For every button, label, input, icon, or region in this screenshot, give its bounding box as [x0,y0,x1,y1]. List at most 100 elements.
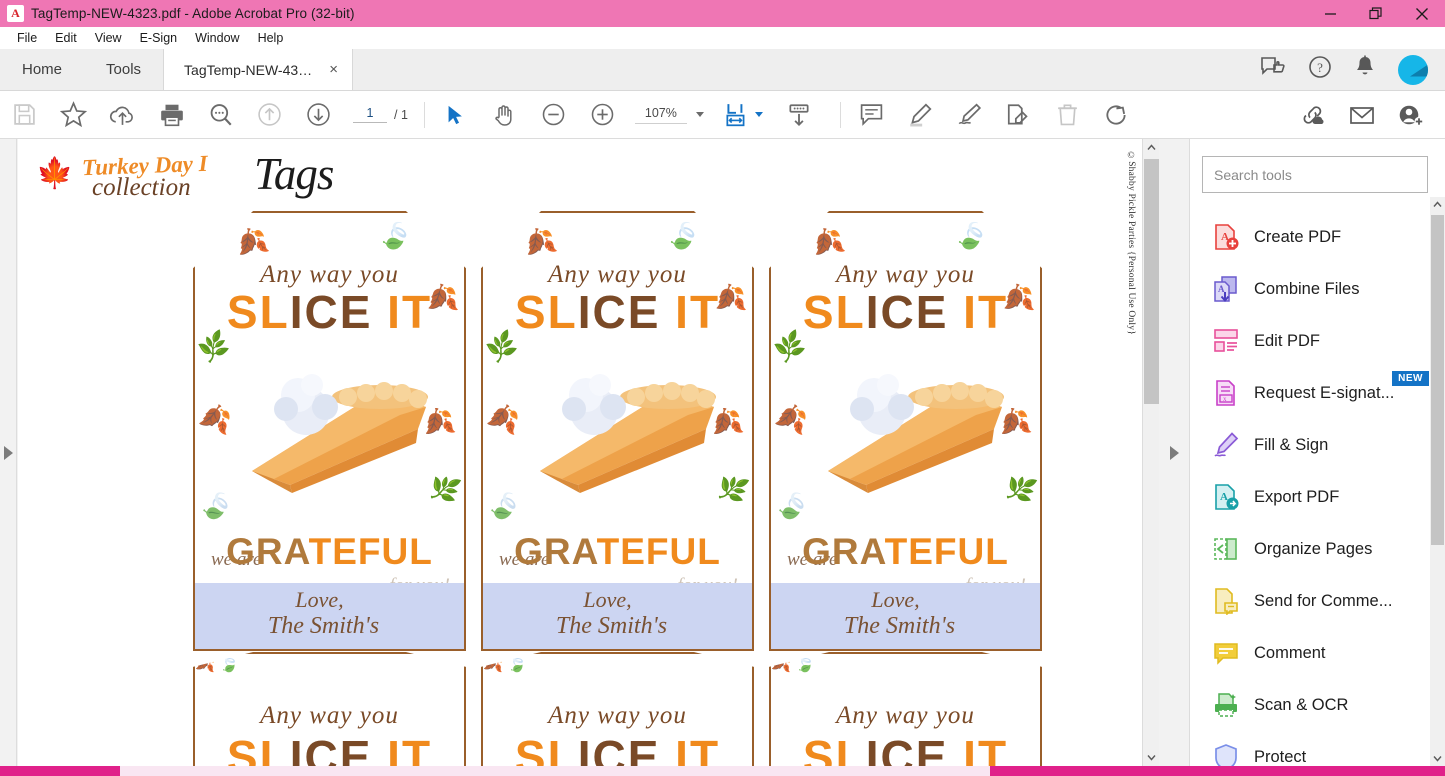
tag-line-any: Any way you [548,702,687,729]
scroll-down-icon[interactable] [1430,751,1445,766]
form-field-signature[interactable]: Love, The Smith's [771,583,1040,649]
tag-card[interactable]: 🍂 🍃 Any way you SLICE IT [481,652,754,766]
tool-comment[interactable]: Comment [1190,627,1445,679]
toolbar-share-group [1288,92,1445,138]
oak-leaf-icon: 🍂 [196,399,235,437]
menu-view[interactable]: View [86,29,131,47]
menu-edit[interactable]: Edit [46,29,86,47]
form-field-signature[interactable]: Love, The Smith's [195,583,464,649]
tool-label: Scan & OCR [1254,695,1349,714]
tag-line-slice: SLICE IT [802,731,1009,766]
tool-request-esignature[interactable]: x Request E-signat... NEW [1190,367,1445,419]
rotate-icon[interactable] [1092,92,1141,138]
save-icon[interactable] [0,92,49,138]
close-icon[interactable]: × [329,62,338,77]
tab-tools[interactable]: Tools [84,49,163,90]
share-link-icon[interactable] [1288,92,1337,138]
document-view[interactable]: 🍁 Turkey Day I collection Tags ©Shabby P… [18,139,1142,766]
search-icon[interactable] [196,92,245,138]
sign-icon[interactable] [945,92,994,138]
search-tools-input[interactable] [1214,166,1416,183]
print-icon[interactable] [147,92,196,138]
tag-line-slice: SLICE IT [226,286,433,338]
hand-tool-icon[interactable] [480,92,529,138]
tool-label: Request E-signat... [1254,383,1395,402]
tag-card[interactable]: 🍂 🍃 🍂 🍂 🍂 🍃 🌿 🌿 Any way you SLICE IT we … [193,211,466,651]
tool-label: Combine Files [1254,279,1360,298]
next-page-icon[interactable] [294,92,343,138]
combine-files-icon: A [1212,275,1240,303]
fit-page-chevron-down-icon[interactable] [754,112,763,117]
oak-leaf-icon: 🍂 [484,399,523,437]
account-avatar[interactable] [1398,54,1428,85]
cloud-upload-icon[interactable] [98,92,147,138]
tool-fill-and-sign[interactable]: Fill & Sign [1190,419,1445,471]
chevron-down-icon[interactable] [695,112,704,117]
menu-window[interactable]: Window [186,29,248,47]
tool-combine-files[interactable]: A Combine Files [1190,263,1445,315]
scroll-down-icon[interactable] [775,92,824,138]
add-person-icon[interactable] [1386,92,1435,138]
previous-page-icon[interactable] [245,92,294,138]
tag-line-grateful: GRATEFUL [226,531,433,572]
svg-text:A: A [1220,491,1228,503]
tool-send-for-comments[interactable]: Send for Comme... [1190,575,1445,627]
tag-line-slice: SLICE IT [802,286,1009,338]
tool-edit-pdf[interactable]: Edit PDF [1190,315,1445,367]
zoom-control[interactable]: 107% [627,106,712,124]
menu-file[interactable]: File [8,29,46,47]
taskbar-window-strip[interactable] [120,766,990,776]
oak-leaf-icon: 🍂 [231,222,272,262]
navigation-pane-toggle[interactable] [0,139,17,766]
restore-button[interactable] [1353,0,1399,27]
export-pdf-icon: A [1212,483,1240,511]
fit-page-icon[interactable] [712,92,761,138]
svg-text:x: x [1223,395,1227,403]
fill-sign-icon [1212,431,1240,459]
scroll-down-icon[interactable] [1143,749,1160,766]
tool-scan-and-ocr[interactable]: Scan & OCR [1190,679,1445,731]
search-tools-box[interactable] [1202,156,1428,193]
notifications-bell-icon[interactable] [1354,55,1376,84]
form-field-line-2: The Smith's [555,613,668,639]
zoom-out-icon[interactable] [529,92,578,138]
menu-help[interactable]: Help [249,29,293,47]
oak-leaf-icon: 🍂 [772,399,811,437]
form-field-signature[interactable]: Love, The Smith's [483,583,752,649]
tab-strip: Home Tools TagTemp-NEW-432... × ? [0,49,1445,91]
tag-line-slice: SLICE IT [514,286,721,338]
tool-create-pdf[interactable]: A Create PDF [1190,211,1445,263]
tag-card[interactable]: 🍂 🍃 🍂 🍂 🍂 🍃 🌿 🌿 Any way you SLICE IT we … [769,211,1042,651]
tag-card[interactable]: 🍂 🍃 Any way you SLICE IT [769,652,1042,766]
tool-export-pdf[interactable]: A Export PDF [1190,471,1445,523]
comment-icon[interactable] [847,92,896,138]
menu-esign[interactable]: E-Sign [131,29,187,47]
oak-leaf-icon: 🍂 [771,656,791,673]
tab-home[interactable]: Home [0,49,84,90]
delete-icon[interactable] [1043,92,1092,138]
tag-card[interactable]: 🍂 🍃 Any way you SLICE IT [193,652,466,766]
tag-line-any: Any way you [260,261,399,288]
scroll-up-icon[interactable] [1143,139,1160,156]
feedback-icon[interactable] [1261,56,1286,84]
close-button[interactable] [1399,0,1445,27]
tools-panel-scrollbar[interactable] [1430,197,1445,766]
fill-sign-icon[interactable] [994,92,1043,138]
zoom-in-icon[interactable] [578,92,627,138]
tools-pane-toggle[interactable] [1159,139,1189,766]
scroll-up-icon[interactable] [1430,197,1445,212]
star-icon[interactable] [49,92,98,138]
tag-card[interactable]: 🍂 🍃 🍂 🍂 🍂 🍃 🌿 🌿 Any way you SLICE IT we … [481,211,754,651]
document-scrollbar[interactable] [1142,139,1159,766]
document-tab[interactable]: TagTemp-NEW-432... × [163,49,354,90]
email-icon[interactable] [1337,92,1386,138]
windows-taskbar[interactable] [0,766,1445,776]
highlight-icon[interactable] [896,92,945,138]
select-tool-icon[interactable] [431,92,480,138]
page-number-input[interactable] [353,106,387,123]
scrollbar-thumb[interactable] [1144,159,1159,404]
minimize-button[interactable] [1307,0,1353,27]
tool-organize-pages[interactable]: Organize Pages [1190,523,1445,575]
scrollbar-thumb[interactable] [1431,215,1444,545]
help-icon[interactable]: ? [1308,55,1332,84]
